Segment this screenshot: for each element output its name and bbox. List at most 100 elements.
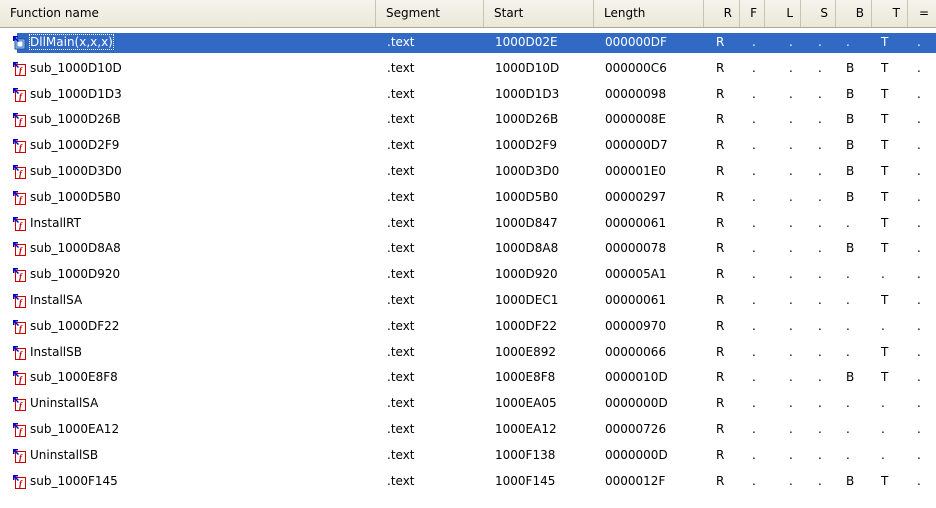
function-row[interactable]: DllMain(x,x,x) .text 1000D02E 000000DF R....…: [0, 30, 936, 56]
flag-b-cell: .: [846, 318, 850, 333]
flag-f-cell: .: [752, 112, 756, 127]
segment-cell: .text: [387, 241, 415, 256]
flag-l-cell: .: [789, 35, 793, 49]
library-function-icon: [13, 36, 26, 50]
function-row[interactable]: f sub_1000D3D0 .text 1000D3D0 000001E0 R... B T…: [0, 159, 936, 185]
function-row[interactable]: f UninstallSB .text 1000F138 0000000D R......: [0, 443, 936, 469]
function-icon: f: [13, 242, 26, 257]
function-row[interactable]: f sub_1000F145 .text 1000F145 0000012F R... B T…: [0, 469, 936, 495]
function-row[interactable]: f sub_1000D10D .text 1000D10D 000000C6 R... B T…: [0, 56, 936, 82]
flag-s-cell: .: [818, 292, 822, 307]
segment-cell: .text: [387, 370, 415, 385]
function-row[interactable]: f sub_1000D2F9 .text 1000D2F9 000000D7 R... B T…: [0, 133, 936, 159]
column-flag-b[interactable]: B: [836, 0, 872, 27]
column-flag-r[interactable]: R: [704, 0, 740, 27]
function-row[interactable]: f sub_1000D1D3 .text 1000D1D3 00000098 R... B T…: [0, 82, 936, 108]
flag-s-cell: .: [818, 112, 822, 127]
function-row[interactable]: f sub_1000DF22 .text 1000DF22 00000970 R.....…: [0, 314, 936, 340]
flag-b-cell: B: [846, 86, 855, 101]
flag-s-cell: .: [818, 344, 822, 359]
function-row[interactable]: f sub_1000D5B0 .text 1000D5B0 00000297 R... B T…: [0, 185, 936, 211]
length-cell: 00000078: [605, 241, 667, 256]
flag-l-cell: .: [789, 370, 793, 385]
function-row[interactable]: f sub_1000D8A8 .text 1000D8A8 00000078 R... B T…: [0, 236, 936, 262]
segment-cell: .text: [387, 344, 415, 359]
flag-t-cell: .: [881, 396, 885, 411]
function-name-cell: sub_1000D3D0: [30, 159, 122, 185]
flag-s-cell: .: [818, 473, 822, 488]
segment-cell: .text: [387, 189, 415, 204]
function-row[interactable]: f UninstallSA .text 1000EA05 0000000D R......: [0, 391, 936, 417]
column-header: Function name Segment Start Length R F L…: [0, 0, 936, 28]
function-icon: f: [13, 293, 26, 308]
flag-f-cell: .: [752, 396, 756, 411]
function-icon: f: [13, 268, 26, 283]
flag-l-cell: .: [789, 215, 793, 230]
column-function-name[interactable]: Function name: [0, 0, 376, 27]
flag-l-cell: .: [789, 267, 793, 282]
length-cell: 00000098: [605, 86, 667, 101]
flag-l-cell: .: [789, 138, 793, 153]
length-cell: 00000726: [605, 421, 667, 436]
flag-b-cell: .: [846, 396, 850, 411]
flag-l-cell: .: [789, 396, 793, 411]
selection-highlight: [17, 33, 936, 53]
column-flag-l[interactable]: L: [765, 0, 801, 27]
segment-cell: .text: [387, 292, 415, 307]
flag-r-cell: R: [716, 421, 725, 436]
segment-cell: .text: [387, 86, 415, 101]
column-flag-f[interactable]: F: [740, 0, 765, 27]
start-address-cell: 1000EA05: [495, 396, 557, 411]
function-row[interactable]: f InstallRT .text 1000D847 00000061 R.... T.: [0, 211, 936, 237]
function-row[interactable]: f sub_1000EA12 .text 1000EA12 00000726 R.....…: [0, 417, 936, 443]
function-name-cell: sub_1000DF22: [30, 314, 119, 340]
length-cell: 00000061: [605, 292, 667, 307]
function-name-cell: InstallSB: [30, 340, 82, 366]
function-row[interactable]: f InstallSA .text 1000DEC1 00000061 R.... T.: [0, 288, 936, 314]
function-name: sub_1000D2F9: [30, 138, 120, 153]
function-row[interactable]: f sub_1000D920 .text 1000D920 000005A1 R.....…: [0, 262, 936, 288]
flag-f-cell: .: [752, 215, 756, 230]
column-flag-equals[interactable]: =: [908, 0, 936, 27]
flag-equals-cell: .: [917, 60, 921, 75]
segment-cell: .text: [387, 112, 415, 127]
flag-equals-cell: .: [917, 241, 921, 256]
flag-l-cell: .: [789, 241, 793, 256]
flag-b-cell: B: [846, 241, 855, 256]
flag-equals-cell: .: [917, 138, 921, 153]
column-flag-t[interactable]: T: [872, 0, 908, 27]
start-address-cell: 1000E8F8: [495, 370, 556, 385]
flag-t-cell: T: [881, 60, 889, 75]
flag-r-cell: R: [716, 396, 725, 411]
flag-t-cell: T: [881, 138, 889, 153]
function-name-cell: DllMain(x,x,x): [29, 30, 114, 56]
flag-l-cell: .: [789, 292, 793, 307]
column-start[interactable]: Start: [484, 0, 594, 27]
flag-r-cell: R: [716, 138, 725, 153]
function-name: sub_1000D3D0: [30, 163, 122, 178]
flag-l-cell: .: [789, 344, 793, 359]
flag-r-cell: R: [716, 112, 725, 127]
flag-b-cell: B: [846, 163, 855, 178]
flag-b-cell: .: [846, 267, 850, 282]
function-row[interactable]: f sub_1000D26B .text 1000D26B 0000008E R... B T…: [0, 107, 936, 133]
flag-f-cell: .: [752, 370, 756, 385]
flag-b-cell: B: [846, 473, 855, 488]
flag-f-cell: .: [752, 421, 756, 436]
function-row[interactable]: f sub_1000E8F8 .text 1000E8F8 0000010D R... B T…: [0, 365, 936, 391]
function-name: UninstallSB: [30, 447, 99, 462]
length-cell: 00000297: [605, 189, 667, 204]
column-length[interactable]: Length: [594, 0, 704, 27]
flag-b-cell: .: [846, 447, 850, 462]
column-flag-s[interactable]: S: [801, 0, 836, 27]
length-cell: 0000010D: [605, 370, 668, 385]
length-cell: 0000000D: [605, 447, 668, 462]
flag-r-cell: R: [716, 344, 725, 359]
function-row[interactable]: f InstallSB .text 1000E892 00000066 R.... T.: [0, 340, 936, 366]
flag-r-cell: R: [716, 189, 725, 204]
flag-b-cell: .: [846, 292, 850, 307]
flag-r-cell: R: [716, 473, 725, 488]
function-name-cell: sub_1000D10D: [30, 56, 122, 82]
column-segment[interactable]: Segment: [376, 0, 484, 27]
flag-s-cell: .: [818, 318, 822, 333]
